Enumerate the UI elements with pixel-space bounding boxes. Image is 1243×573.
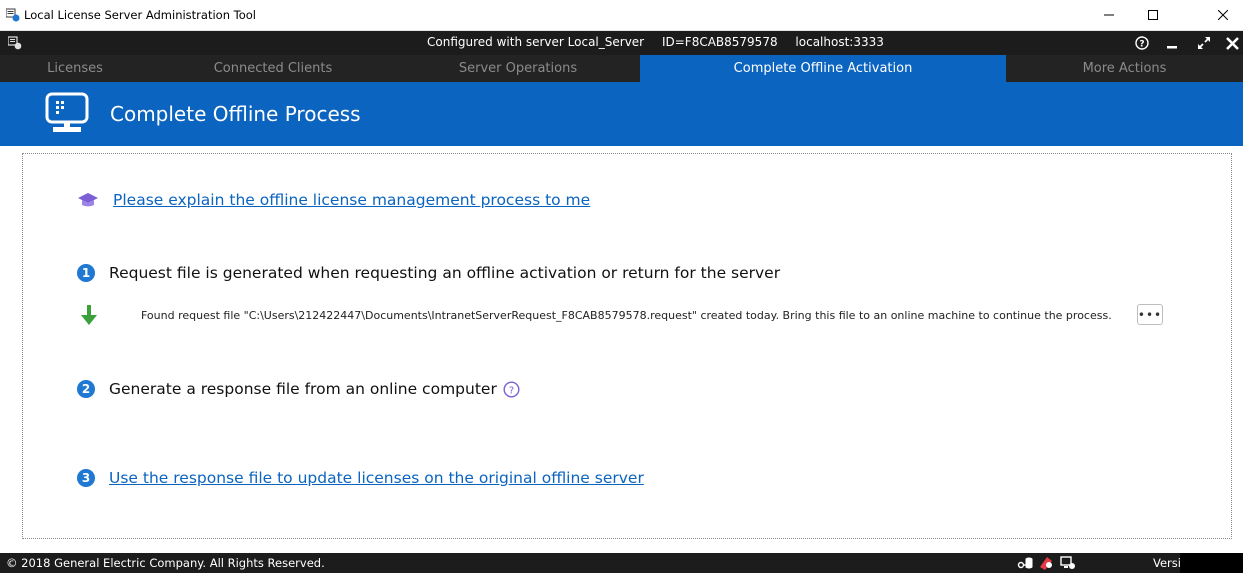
app-icon [6, 8, 20, 22]
step-2-row: 2 Generate a response file from an onlin… [77, 380, 520, 398]
app-header: Configured with server Local_Server ID=F… [0, 31, 1243, 55]
step-3-badge: 3 [77, 469, 95, 487]
window-close-button[interactable] [1203, 0, 1243, 30]
app-minimize-button[interactable] [1163, 32, 1181, 54]
tab-more-actions[interactable]: More Actions [1006, 55, 1243, 82]
configured-server-text: Configured with server Local_Server [427, 35, 645, 49]
close-icon [1218, 10, 1228, 20]
client-monitor-icon[interactable] [1060, 555, 1076, 571]
expand-icon [1198, 37, 1210, 49]
update-licenses-link[interactable]: Use the response file to update licenses… [109, 469, 644, 487]
svg-text:?: ? [509, 385, 514, 396]
step-3-row: 3 Use the response file to update licens… [77, 469, 644, 487]
step-2-badge: 2 [77, 380, 95, 398]
tab-connected-clients[interactable]: Connected Clients [150, 55, 396, 82]
window-maximize-button[interactable] [1133, 0, 1173, 30]
license-tool-icon[interactable] [1038, 555, 1054, 571]
help-icon[interactable]: ? [503, 380, 520, 398]
help-icon: ? [1135, 36, 1149, 50]
app-expand-button[interactable] [1195, 32, 1213, 54]
tab-server-operations[interactable]: Server Operations [396, 55, 640, 82]
app-menu-icon[interactable] [8, 36, 22, 50]
server-id-text: ID=F8CAB8579578 [661, 35, 778, 49]
svg-text:?: ? [1139, 40, 1144, 50]
help-button[interactable]: ? [1133, 32, 1151, 54]
main-tabs: Licenses Connected Clients Server Operat… [0, 55, 1243, 82]
minimize-icon [1104, 14, 1114, 16]
version-value [1180, 553, 1243, 573]
arrow-down-icon [81, 305, 97, 325]
close-icon [1225, 36, 1239, 50]
copyright-text: © 2018 General Electric Company. All Rig… [6, 556, 325, 570]
step-1-badge: 1 [77, 264, 95, 282]
step-1-row: 1 Request file is generated when request… [77, 264, 780, 282]
window-minimize-button[interactable] [1089, 0, 1129, 30]
step-2-text: Generate a response file from an online … [109, 380, 497, 398]
window-title: Local License Server Administration Tool [24, 8, 256, 22]
os-title-bar: Local License Server Administration Tool [0, 0, 1243, 31]
explain-row: Please explain the offline license manag… [77, 191, 590, 209]
graduation-cap-icon [78, 193, 98, 207]
page-title: Complete Offline Process [110, 102, 361, 126]
tab-complete-offline-activation[interactable]: Complete Offline Activation [640, 55, 1006, 82]
tab-licenses[interactable]: Licenses [0, 55, 150, 82]
found-request-row: Found request file "C:\Users\212422447\D… [81, 304, 1112, 326]
maximize-icon [1148, 10, 1158, 20]
step-1-text: Request file is generated when requestin… [109, 264, 781, 282]
found-request-text: Found request file "C:\Users\212422447\D… [141, 308, 1112, 322]
database-key-icon[interactable] [1017, 555, 1033, 571]
page-banner: Complete Offline Process [0, 82, 1243, 146]
server-info: Configured with server Local_Server ID=F… [427, 35, 898, 49]
monitor-icon [45, 92, 89, 132]
more-options-button[interactable]: ••• [1137, 304, 1163, 325]
minimize-icon [1167, 46, 1177, 49]
status-bar: © 2018 General Electric Company. All Rig… [0, 553, 1243, 573]
app-close-button[interactable] [1223, 32, 1241, 54]
host-text: localhost:3333 [795, 35, 884, 49]
explain-process-link[interactable]: Please explain the offline license manag… [113, 191, 590, 209]
offline-process-panel: Please explain the offline license manag… [22, 153, 1232, 539]
